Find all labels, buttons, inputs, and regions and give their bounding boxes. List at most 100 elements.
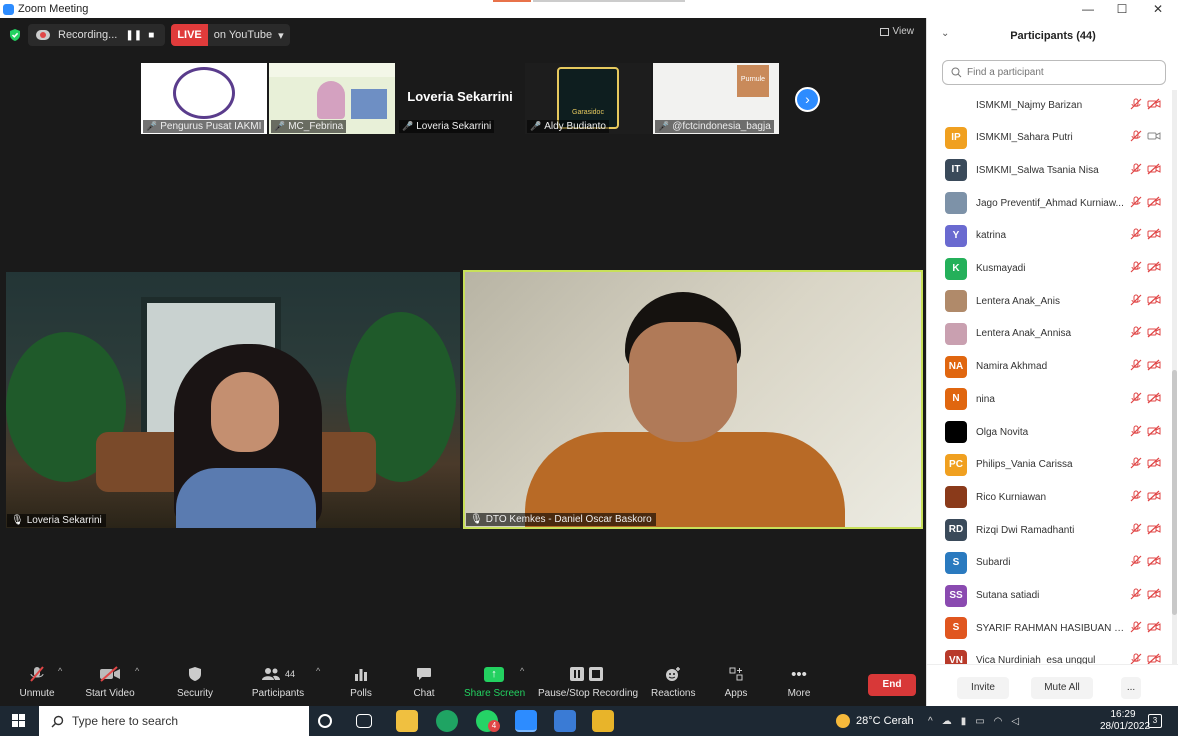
invite-button[interactable]: Invite xyxy=(957,677,1009,699)
participant-row[interactable]: SS Sutana satiadi xyxy=(927,580,1171,612)
participant-row[interactable]: Jago Preventif_Ahmad Kurniaw... xyxy=(927,187,1171,219)
participant-row[interactable]: IP ISMKMI_Sahara Putri xyxy=(927,122,1171,154)
security-button[interactable]: Security xyxy=(174,664,216,699)
task-view-icon[interactable] xyxy=(356,714,372,728)
pause-recording-button[interactable]: ❚❚ xyxy=(125,30,142,41)
video-off-icon[interactable] xyxy=(1147,490,1161,505)
volume-icon[interactable]: ◁ xyxy=(1011,716,1019,727)
mic-muted-icon[interactable] xyxy=(1130,523,1142,538)
video-off-icon[interactable] xyxy=(1147,621,1161,636)
participant-row[interactable]: VN Vica Nurdiniah_esa unggul xyxy=(927,645,1171,664)
maximize-button[interactable]: ☐ xyxy=(1105,0,1139,18)
taskbar-clock[interactable]: 16:29 28/01/2022 xyxy=(1100,709,1150,733)
participant-row[interactable]: K Kusmayadi xyxy=(927,253,1171,285)
video-off-icon[interactable] xyxy=(1147,392,1161,407)
file-explorer-icon[interactable] xyxy=(396,710,418,732)
participant-tile[interactable]: Purnule 🎤 @ fctcindonesia_bagja xyxy=(653,63,779,134)
photos-icon[interactable] xyxy=(554,710,576,732)
video-off-icon[interactable] xyxy=(1147,98,1161,113)
start-video-button[interactable]: Start Video xyxy=(82,664,138,699)
participant-row[interactable]: S Subardi xyxy=(927,547,1171,579)
mic-muted-icon[interactable] xyxy=(1130,98,1142,113)
panel-more-button[interactable]: ... xyxy=(1121,677,1141,699)
participant-row[interactable]: Olga Novita xyxy=(927,416,1171,448)
video-options-caret-icon[interactable]: ^ xyxy=(135,666,139,676)
wifi-icon[interactable]: ◠ xyxy=(994,716,1003,727)
participant-tile[interactable]: 🎤 Pengurus Pusat IAKMI xyxy=(141,63,267,134)
cloud-sync-icon[interactable]: ☁ xyxy=(942,716,952,727)
video-on-icon[interactable] xyxy=(1147,130,1161,145)
usb-icon[interactable]: ▮ xyxy=(961,716,967,727)
chrome-icon[interactable] xyxy=(436,710,458,732)
mic-muted-icon[interactable] xyxy=(1130,457,1142,472)
video-off-icon[interactable] xyxy=(1147,425,1161,440)
video-off-icon[interactable] xyxy=(1147,653,1161,664)
participant-row[interactable]: Rico Kurniawan xyxy=(927,481,1171,513)
livestream-indicator[interactable]: LIVE on YouTube ▾ xyxy=(171,24,290,46)
mic-muted-icon[interactable] xyxy=(1130,621,1142,636)
participant-tile[interactable]: Loveria Sekarrini 🎤 Loveria Sekarrini xyxy=(397,63,523,134)
audio-options-caret-icon[interactable]: ^ xyxy=(58,666,62,676)
participant-tile[interactable]: Garasidoc 🎤 Aldy Budianto xyxy=(525,63,651,134)
next-page-arrow-icon[interactable]: › xyxy=(795,87,820,112)
video-tile-right-active-speaker[interactable]: 🎙 DTO Kemkes - Daniel Oscar Baskoro xyxy=(463,270,923,529)
mic-muted-icon[interactable] xyxy=(1130,425,1142,440)
participant-row[interactable]: NA Namira Akhmad xyxy=(927,351,1171,383)
video-off-icon[interactable] xyxy=(1147,163,1161,178)
mic-muted-icon[interactable] xyxy=(1130,588,1142,603)
participant-search[interactable] xyxy=(942,60,1166,85)
end-meeting-button[interactable]: End xyxy=(868,674,916,696)
weather-widget[interactable]: 28°C Cerah xyxy=(836,706,914,736)
participant-row[interactable]: Lentera Anak_Annisa xyxy=(927,318,1171,350)
participants-button[interactable]: 44 Participants xyxy=(250,664,306,699)
recording-indicator[interactable]: Recording... ❚❚ ■ xyxy=(28,24,166,46)
mic-muted-icon[interactable] xyxy=(1130,392,1142,407)
mute-all-button[interactable]: Mute All xyxy=(1031,677,1093,699)
video-off-icon[interactable] xyxy=(1147,359,1161,374)
mic-muted-icon[interactable] xyxy=(1130,326,1142,341)
pause-stop-recording-button[interactable]: Pause/Stop Recording xyxy=(538,664,638,699)
participant-row[interactable]: Lentera Anak_Anis xyxy=(927,285,1171,317)
slack-icon[interactable] xyxy=(592,710,614,732)
mic-muted-icon[interactable] xyxy=(1130,196,1142,211)
close-window-button[interactable]: ✕ xyxy=(1141,0,1175,18)
minimize-button[interactable]: — xyxy=(1071,0,1105,18)
live-dropdown-caret-icon[interactable]: ▾ xyxy=(278,29,290,42)
video-tile-left[interactable]: 🎙 Loveria Sekarrini xyxy=(6,272,460,528)
participant-list-scrollbar[interactable] xyxy=(1172,90,1177,664)
video-off-icon[interactable] xyxy=(1147,294,1161,309)
video-off-icon[interactable] xyxy=(1147,228,1161,243)
view-button[interactable]: View xyxy=(879,26,914,37)
encryption-shield-icon[interactable] xyxy=(8,28,22,42)
chat-button[interactable]: Chat xyxy=(408,664,440,699)
video-off-icon[interactable] xyxy=(1147,196,1161,211)
participant-row[interactable]: S SYARIF RAHMAN HASIBUAN 1... xyxy=(927,612,1171,644)
mic-muted-icon[interactable] xyxy=(1130,359,1142,374)
video-off-icon[interactable] xyxy=(1147,261,1161,276)
polls-button[interactable]: Polls xyxy=(344,664,378,699)
mic-muted-icon[interactable] xyxy=(1130,555,1142,570)
participant-tile[interactable]: 🎤 MC_Febrina xyxy=(269,63,395,134)
video-off-icon[interactable] xyxy=(1147,588,1161,603)
whatsapp-icon[interactable]: 4 xyxy=(476,710,500,732)
video-off-icon[interactable] xyxy=(1147,326,1161,341)
cortana-icon[interactable] xyxy=(318,714,332,728)
battery-icon[interactable]: ▭ xyxy=(975,716,984,727)
share-screen-button[interactable]: ↑ Share Screen xyxy=(464,664,525,699)
share-options-caret-icon[interactable]: ^ xyxy=(520,666,524,676)
more-button[interactable]: ••• More xyxy=(784,664,814,700)
mic-muted-icon[interactable] xyxy=(1130,261,1142,276)
participants-options-caret-icon[interactable]: ^ xyxy=(316,666,320,676)
search-input[interactable] xyxy=(967,67,1147,78)
video-off-icon[interactable] xyxy=(1147,555,1161,570)
taskbar-search[interactable]: Type here to search xyxy=(39,706,309,736)
participant-row[interactable]: RD Rizqi Dwi Ramadhanti xyxy=(927,514,1171,546)
participant-row[interactable]: IT ISMKMI_Salwa Tsania Nisa xyxy=(927,154,1171,186)
windows-start-icon[interactable] xyxy=(12,714,26,728)
apps-button[interactable]: Apps xyxy=(722,664,750,699)
notification-center-icon[interactable]: 3 xyxy=(1148,714,1162,728)
mic-muted-icon[interactable] xyxy=(1130,653,1142,664)
participant-row[interactable]: ISMKMI_Najmy Barizan xyxy=(927,90,1171,121)
video-off-icon[interactable] xyxy=(1147,457,1161,472)
mic-muted-icon[interactable] xyxy=(1130,228,1142,243)
